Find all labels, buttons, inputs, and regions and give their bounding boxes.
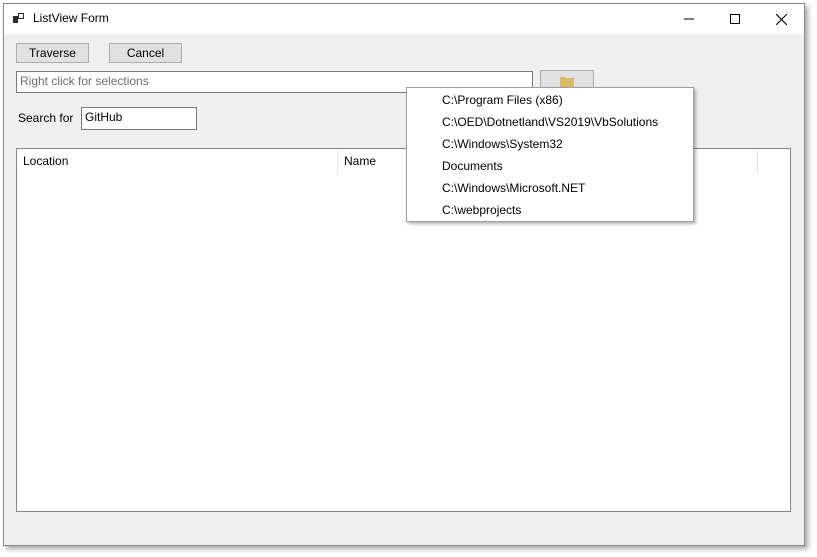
close-icon <box>775 13 787 25</box>
menu-item-label: C:\Windows\Microsoft.NET <box>442 181 586 195</box>
folder-icon <box>560 77 574 87</box>
minimize-button[interactable] <box>666 4 712 34</box>
search-input[interactable]: GitHub <box>81 107 197 130</box>
path-input-placeholder: Right click for selections <box>20 74 149 88</box>
column-header-location[interactable]: Location <box>17 149 338 173</box>
window-title: ListView Form <box>33 11 109 25</box>
menu-item-label: C:\webprojects <box>442 203 522 217</box>
menu-item-webprojects[interactable]: C:\webprojects <box>409 199 691 221</box>
close-button[interactable] <box>758 4 804 34</box>
traverse-button[interactable]: Traverse <box>16 43 89 63</box>
listview-form-window: ListView Form Traverse Cancel Right clic… <box>3 3 805 546</box>
menu-item-documents[interactable]: Documents <box>409 155 691 177</box>
menu-item-label: Documents <box>442 159 503 173</box>
menu-item-label: C:\Program Files (x86) <box>442 93 563 107</box>
menu-item-program-files[interactable]: C:\Program Files (x86) <box>409 89 691 111</box>
menu-item-label: C:\Windows\System32 <box>442 137 563 151</box>
menu-item-system32[interactable]: C:\Windows\System32 <box>409 133 691 155</box>
path-context-menu: C:\Program Files (x86) C:\OED\Dotnetland… <box>406 87 694 222</box>
title-bar[interactable]: ListView Form <box>4 4 804 34</box>
menu-item-label: C:\OED\Dotnetland\VS2019\VbSolutions <box>442 115 659 129</box>
app-icon <box>13 12 25 24</box>
minimize-icon <box>684 18 694 20</box>
column-header-label: Name <box>344 154 377 168</box>
search-label: Search for <box>18 111 74 125</box>
search-input-value: GitHub <box>85 110 123 124</box>
column-header-label: Location <box>23 154 69 168</box>
maximize-icon <box>730 14 740 24</box>
maximize-button[interactable] <box>712 4 758 34</box>
menu-item-microsoft-net[interactable]: C:\Windows\Microsoft.NET <box>409 177 691 199</box>
menu-item-vbsolutions[interactable]: C:\OED\Dotnetland\VS2019\VbSolutions <box>409 111 691 133</box>
cancel-button[interactable]: Cancel <box>109 43 182 63</box>
